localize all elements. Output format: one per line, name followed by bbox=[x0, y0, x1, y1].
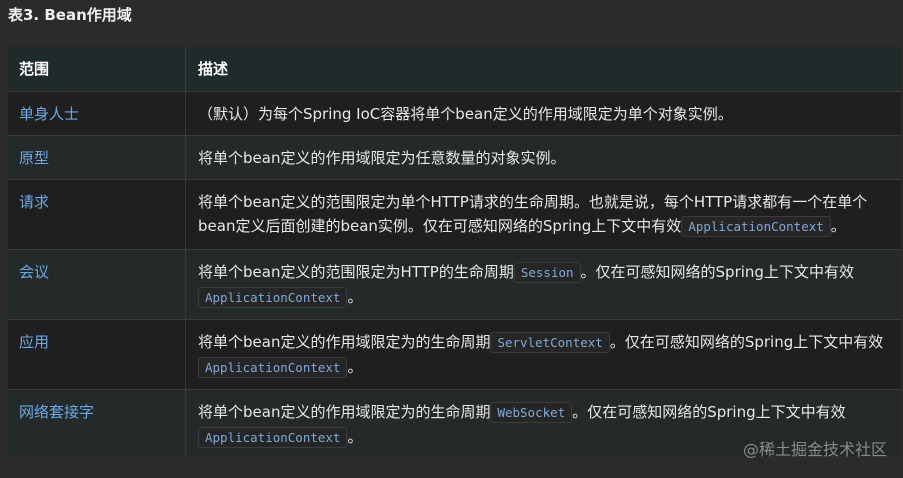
scope-link-application[interactable]: 应用 bbox=[8, 320, 186, 389]
code-application-context: ApplicationContext bbox=[681, 216, 831, 237]
header-description: 描述 bbox=[198, 60, 229, 78]
scope-description: 将单个bean定义的范围限定为单个HTTP请求的生命周期。也就是说，每个HTTP… bbox=[186, 180, 901, 249]
description-text: 将单个bean定义的作用域限定为的生命周期 bbox=[198, 333, 491, 351]
code-application-context: ApplicationContext bbox=[198, 357, 348, 378]
description-text: 将单个bean定义的作用域限定为的生命周期 bbox=[198, 403, 491, 421]
table-caption: 表3. Bean作用域 bbox=[8, 6, 132, 24]
description-text-2: 。仅在可感知网络的Spring上下文中有效 bbox=[609, 333, 884, 351]
description-end: 。 bbox=[347, 428, 363, 446]
description-end: 。 bbox=[830, 217, 846, 235]
table-row: 原型 将单个bean定义的作用域限定为任意数量的对象实例。 bbox=[8, 136, 901, 180]
scope-link-singleton[interactable]: 单身人士 bbox=[8, 92, 186, 135]
description-text-2: 。仅在可感知网络的Spring上下文中有效 bbox=[572, 403, 846, 421]
description-end: 。 bbox=[347, 358, 363, 376]
code-servlet-context: ServletContext bbox=[490, 332, 610, 353]
scope-description: 将单个bean定义的作用域限定为任意数量的对象实例。 bbox=[198, 149, 566, 167]
watermark: @稀土掘金技术社区 bbox=[742, 440, 887, 459]
code-websocket: WebSocket bbox=[490, 402, 573, 423]
table-header-row: 范围 描述 bbox=[8, 47, 901, 92]
scope-description: （默认）为每个Spring IoC容器将单个bean定义的作用域限定为单个对象实… bbox=[198, 105, 733, 123]
description-text-2: 。仅在可感知网络的Spring上下文中有效 bbox=[580, 263, 854, 281]
description-text: 将单个bean定义的范围限定为HTTP的生命周期 bbox=[198, 263, 514, 281]
scope-description: 将单个bean定义的作用域限定为的生命周期 ServletContext 。仅在可感… bbox=[186, 320, 901, 389]
scope-link-session[interactable]: 会议 bbox=[8, 250, 186, 319]
code-session: Session bbox=[513, 262, 581, 283]
table-row: 应用 将单个bean定义的作用域限定为的生命周期 ServletContext 。仅… bbox=[8, 320, 901, 390]
description-end: 。 bbox=[347, 288, 363, 306]
code-application-context: ApplicationContext bbox=[198, 427, 348, 448]
bean-scope-table: 范围 描述 单身人士 （默认）为每个Spring IoC容器将单个bean定义的… bbox=[8, 47, 901, 456]
table-row: 会议 将单个bean定义的范围限定为HTTP的生命周期 Session 。仅在可感知… bbox=[8, 250, 901, 320]
scope-description: 将单个bean定义的范围限定为HTTP的生命周期 Session 。仅在可感知网络的… bbox=[186, 250, 901, 319]
scope-link-prototype[interactable]: 原型 bbox=[8, 136, 186, 179]
table-row: 单身人士 （默认）为每个Spring IoC容器将单个bean定义的作用域限定为… bbox=[8, 92, 901, 136]
table-row: 请求 将单个bean定义的范围限定为单个HTTP请求的生命周期。也就是说，每个H… bbox=[8, 180, 901, 250]
scope-link-request[interactable]: 请求 bbox=[8, 180, 186, 249]
scope-link-websocket[interactable]: 网络套接字 bbox=[8, 390, 186, 456]
code-application-context: ApplicationContext bbox=[198, 287, 348, 308]
header-scope: 范围 bbox=[8, 47, 186, 91]
